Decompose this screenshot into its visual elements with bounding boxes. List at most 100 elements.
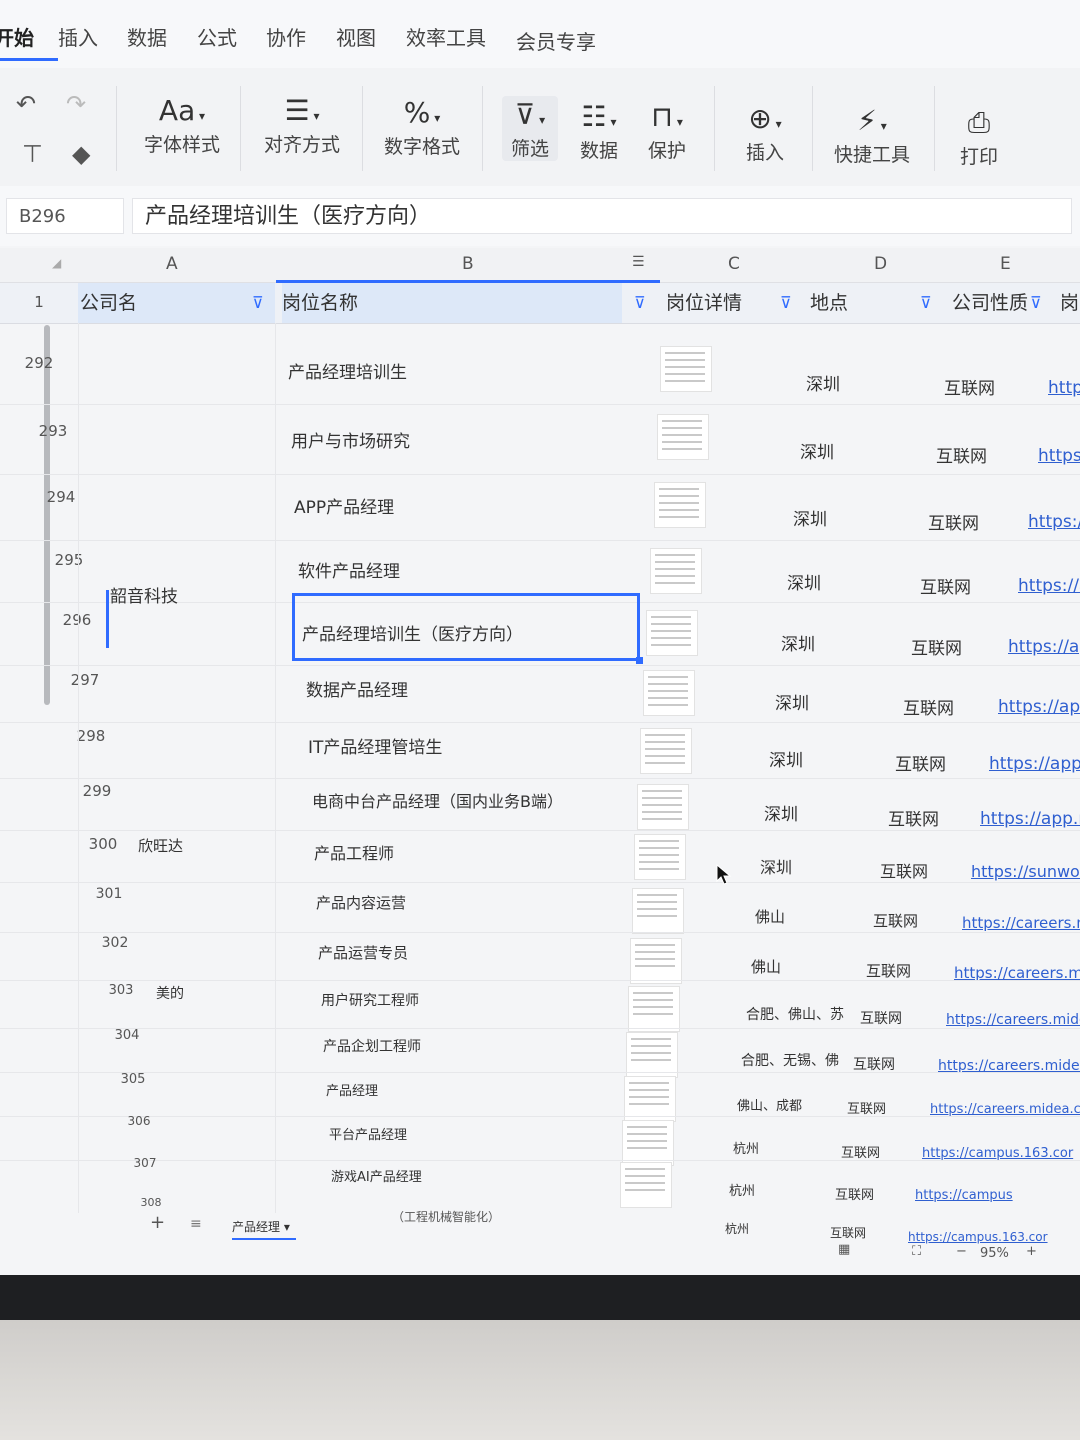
header-position[interactable]: 岗位名称 xyxy=(282,283,622,323)
column-header-a[interactable]: A xyxy=(166,254,178,274)
filter-icon[interactable]: ⊽ xyxy=(780,293,792,312)
cell-location[interactable]: 深圳 xyxy=(800,438,834,463)
number-format-button[interactable]: % ▾ 数字格式 xyxy=(382,94,462,159)
cell-position[interactable]: 数据产品经理 xyxy=(306,676,408,701)
cell-position[interactable]: 软件产品经理 xyxy=(298,557,400,582)
cell-link[interactable]: https:/ xyxy=(1028,512,1080,532)
cell-link[interactable]: http xyxy=(1048,378,1080,398)
cell-location[interactable]: 合肥、无锡、佛 xyxy=(741,1050,839,1070)
cell-reference-box[interactable]: B296 xyxy=(6,198,124,234)
cell-company[interactable]: 美的 xyxy=(156,983,184,1003)
cell-location[interactable]: 深圳 xyxy=(764,800,798,825)
cell-link[interactable]: https://app xyxy=(998,697,1080,717)
detail-thumbnail[interactable] xyxy=(628,986,680,1032)
format-painter-icon[interactable]: ⊤ xyxy=(22,140,43,168)
cell-position[interactable]: 用户与市场研究 xyxy=(291,427,410,452)
eraser-icon[interactable]: ◆ xyxy=(72,140,90,168)
detail-thumbnail[interactable] xyxy=(654,482,706,528)
header-detail[interactable]: 岗位详情 xyxy=(666,283,770,323)
cell-position[interactable]: 平台产品经理 xyxy=(329,1124,407,1143)
filter-icon[interactable]: ⊽ xyxy=(252,293,264,312)
cell-location[interactable]: 深圳 xyxy=(787,569,821,594)
header-company[interactable]: 公司名 xyxy=(78,283,275,323)
cell-link[interactable]: https://a xyxy=(1018,576,1080,596)
cell-location[interactable]: 杭州 xyxy=(733,1138,759,1157)
cell-location[interactable]: 杭州 xyxy=(729,1180,755,1199)
cell-link[interactable]: https://sunwod xyxy=(971,862,1080,881)
detail-thumbnail[interactable] xyxy=(657,414,709,460)
menu-view[interactable]: 视图 xyxy=(336,22,376,51)
fill-handle[interactable] xyxy=(636,657,643,664)
column-header-d[interactable]: D xyxy=(874,254,887,274)
cell-type[interactable]: 互联网 xyxy=(835,1184,874,1203)
menu-insert[interactable]: 插入 xyxy=(58,22,98,51)
column-header-b[interactable]: B xyxy=(462,254,474,274)
cell-position[interactable]: 产品企划工程师 xyxy=(323,1036,421,1056)
header-location[interactable]: 地点 xyxy=(810,283,910,323)
cell-type[interactable]: 互联网 xyxy=(847,1098,886,1117)
cell-location[interactable]: 佛山 xyxy=(755,906,785,927)
cell-link[interactable]: https://ap xyxy=(1008,637,1080,657)
cell-type[interactable]: 互联网 xyxy=(880,858,928,882)
redo-icon[interactable]: ↷ xyxy=(66,90,86,118)
vertical-scrollbar[interactable] xyxy=(44,325,50,705)
cell-link[interactable]: https xyxy=(1038,446,1080,466)
cell-link[interactable]: https://careers.midea.c xyxy=(930,1102,1080,1117)
cell-type[interactable]: 互联网 xyxy=(903,694,954,719)
cell-position[interactable]: 产品内容运营 xyxy=(316,892,406,913)
cell-location[interactable]: 深圳 xyxy=(781,630,815,655)
detail-thumbnail[interactable] xyxy=(634,834,686,880)
filter-icon[interactable]: ⊽ xyxy=(634,293,646,312)
cell-position[interactable]: APP产品经理 xyxy=(294,493,394,518)
font-style-button[interactable]: Aa ▾ 字体样式 xyxy=(142,92,222,157)
detail-thumbnail[interactable] xyxy=(640,728,692,774)
cell-location[interactable]: 深圳 xyxy=(760,854,792,878)
detail-thumbnail[interactable] xyxy=(637,784,689,830)
detail-thumbnail[interactable] xyxy=(650,548,702,594)
cell-position[interactable]: 用户研究工程师 xyxy=(321,990,419,1010)
cell-type[interactable]: 互联网 xyxy=(853,1054,895,1074)
cell-location[interactable]: 深圳 xyxy=(775,689,809,714)
insert-button[interactable]: ⊕ ▾ 插入 xyxy=(738,100,792,165)
filter-icon[interactable]: ⊽ xyxy=(920,293,932,312)
zoom-out-button[interactable]: − xyxy=(956,1244,967,1259)
cell-type[interactable]: 互联网 xyxy=(920,573,971,598)
cell-location[interactable]: 深圳 xyxy=(793,505,827,530)
header-extra[interactable]: 岗 xyxy=(1060,283,1080,323)
menu-data[interactable]: 数据 xyxy=(127,22,167,51)
menu-formula[interactable]: 公式 xyxy=(197,22,237,51)
cell-position[interactable]: 产品工程师 xyxy=(314,840,394,864)
cell-link[interactable]: https://app.m xyxy=(980,809,1080,829)
zoom-in-button[interactable]: + xyxy=(1026,1244,1037,1259)
quick-tools-button[interactable]: ⚡ ▾ 快捷工具 xyxy=(832,102,912,167)
detail-thumbnail[interactable] xyxy=(632,888,684,934)
cell-location[interactable]: 深圳 xyxy=(769,746,803,771)
menu-efficiency-tools[interactable]: 效率工具 xyxy=(406,22,486,51)
formula-input[interactable]: 产品经理培训生（医疗方向） xyxy=(132,198,1072,234)
select-all-corner[interactable]: ◢ xyxy=(52,256,61,270)
detail-thumbnail[interactable] xyxy=(630,938,682,984)
cell-link[interactable]: https://careers.mide xyxy=(946,1012,1080,1028)
filter-icon[interactable]: ⊽ xyxy=(1030,293,1042,312)
column-header-e[interactable]: E xyxy=(1000,254,1011,274)
cell-location[interactable]: 佛山、成都 xyxy=(737,1095,802,1114)
cell-type[interactable]: 互联网 xyxy=(888,805,939,830)
column-header-c[interactable]: C xyxy=(728,254,740,274)
detail-thumbnail[interactable] xyxy=(646,610,698,656)
cell-position[interactable]: IT产品经理管培生 xyxy=(308,733,442,758)
cell-position[interactable]: 产品运营专员 xyxy=(318,942,408,963)
cell-location[interactable]: 佛山 xyxy=(751,956,781,977)
sheet-list-icon[interactable]: ≡ xyxy=(190,1216,202,1232)
cell-type[interactable]: 互联网 xyxy=(860,1008,902,1028)
cell-type[interactable]: 互联网 xyxy=(936,442,987,467)
detail-thumbnail[interactable] xyxy=(620,1162,672,1208)
cell-position[interactable]: 产品经理 xyxy=(326,1080,378,1099)
cell-type[interactable]: 互联网 xyxy=(841,1142,880,1161)
cell-link[interactable]: https://careers.m xyxy=(962,914,1080,932)
protect-button[interactable]: ⊓ ▾ 保护 xyxy=(642,98,692,163)
column-menu-icon[interactable]: ☰ xyxy=(632,254,645,270)
header-company-type[interactable]: 公司性质 xyxy=(952,283,1028,323)
print-button[interactable]: ⎙ 打印 xyxy=(954,104,1004,169)
view-mode-icon[interactable]: ▦ xyxy=(838,1242,850,1257)
undo-icon[interactable]: ↶ xyxy=(16,90,36,118)
